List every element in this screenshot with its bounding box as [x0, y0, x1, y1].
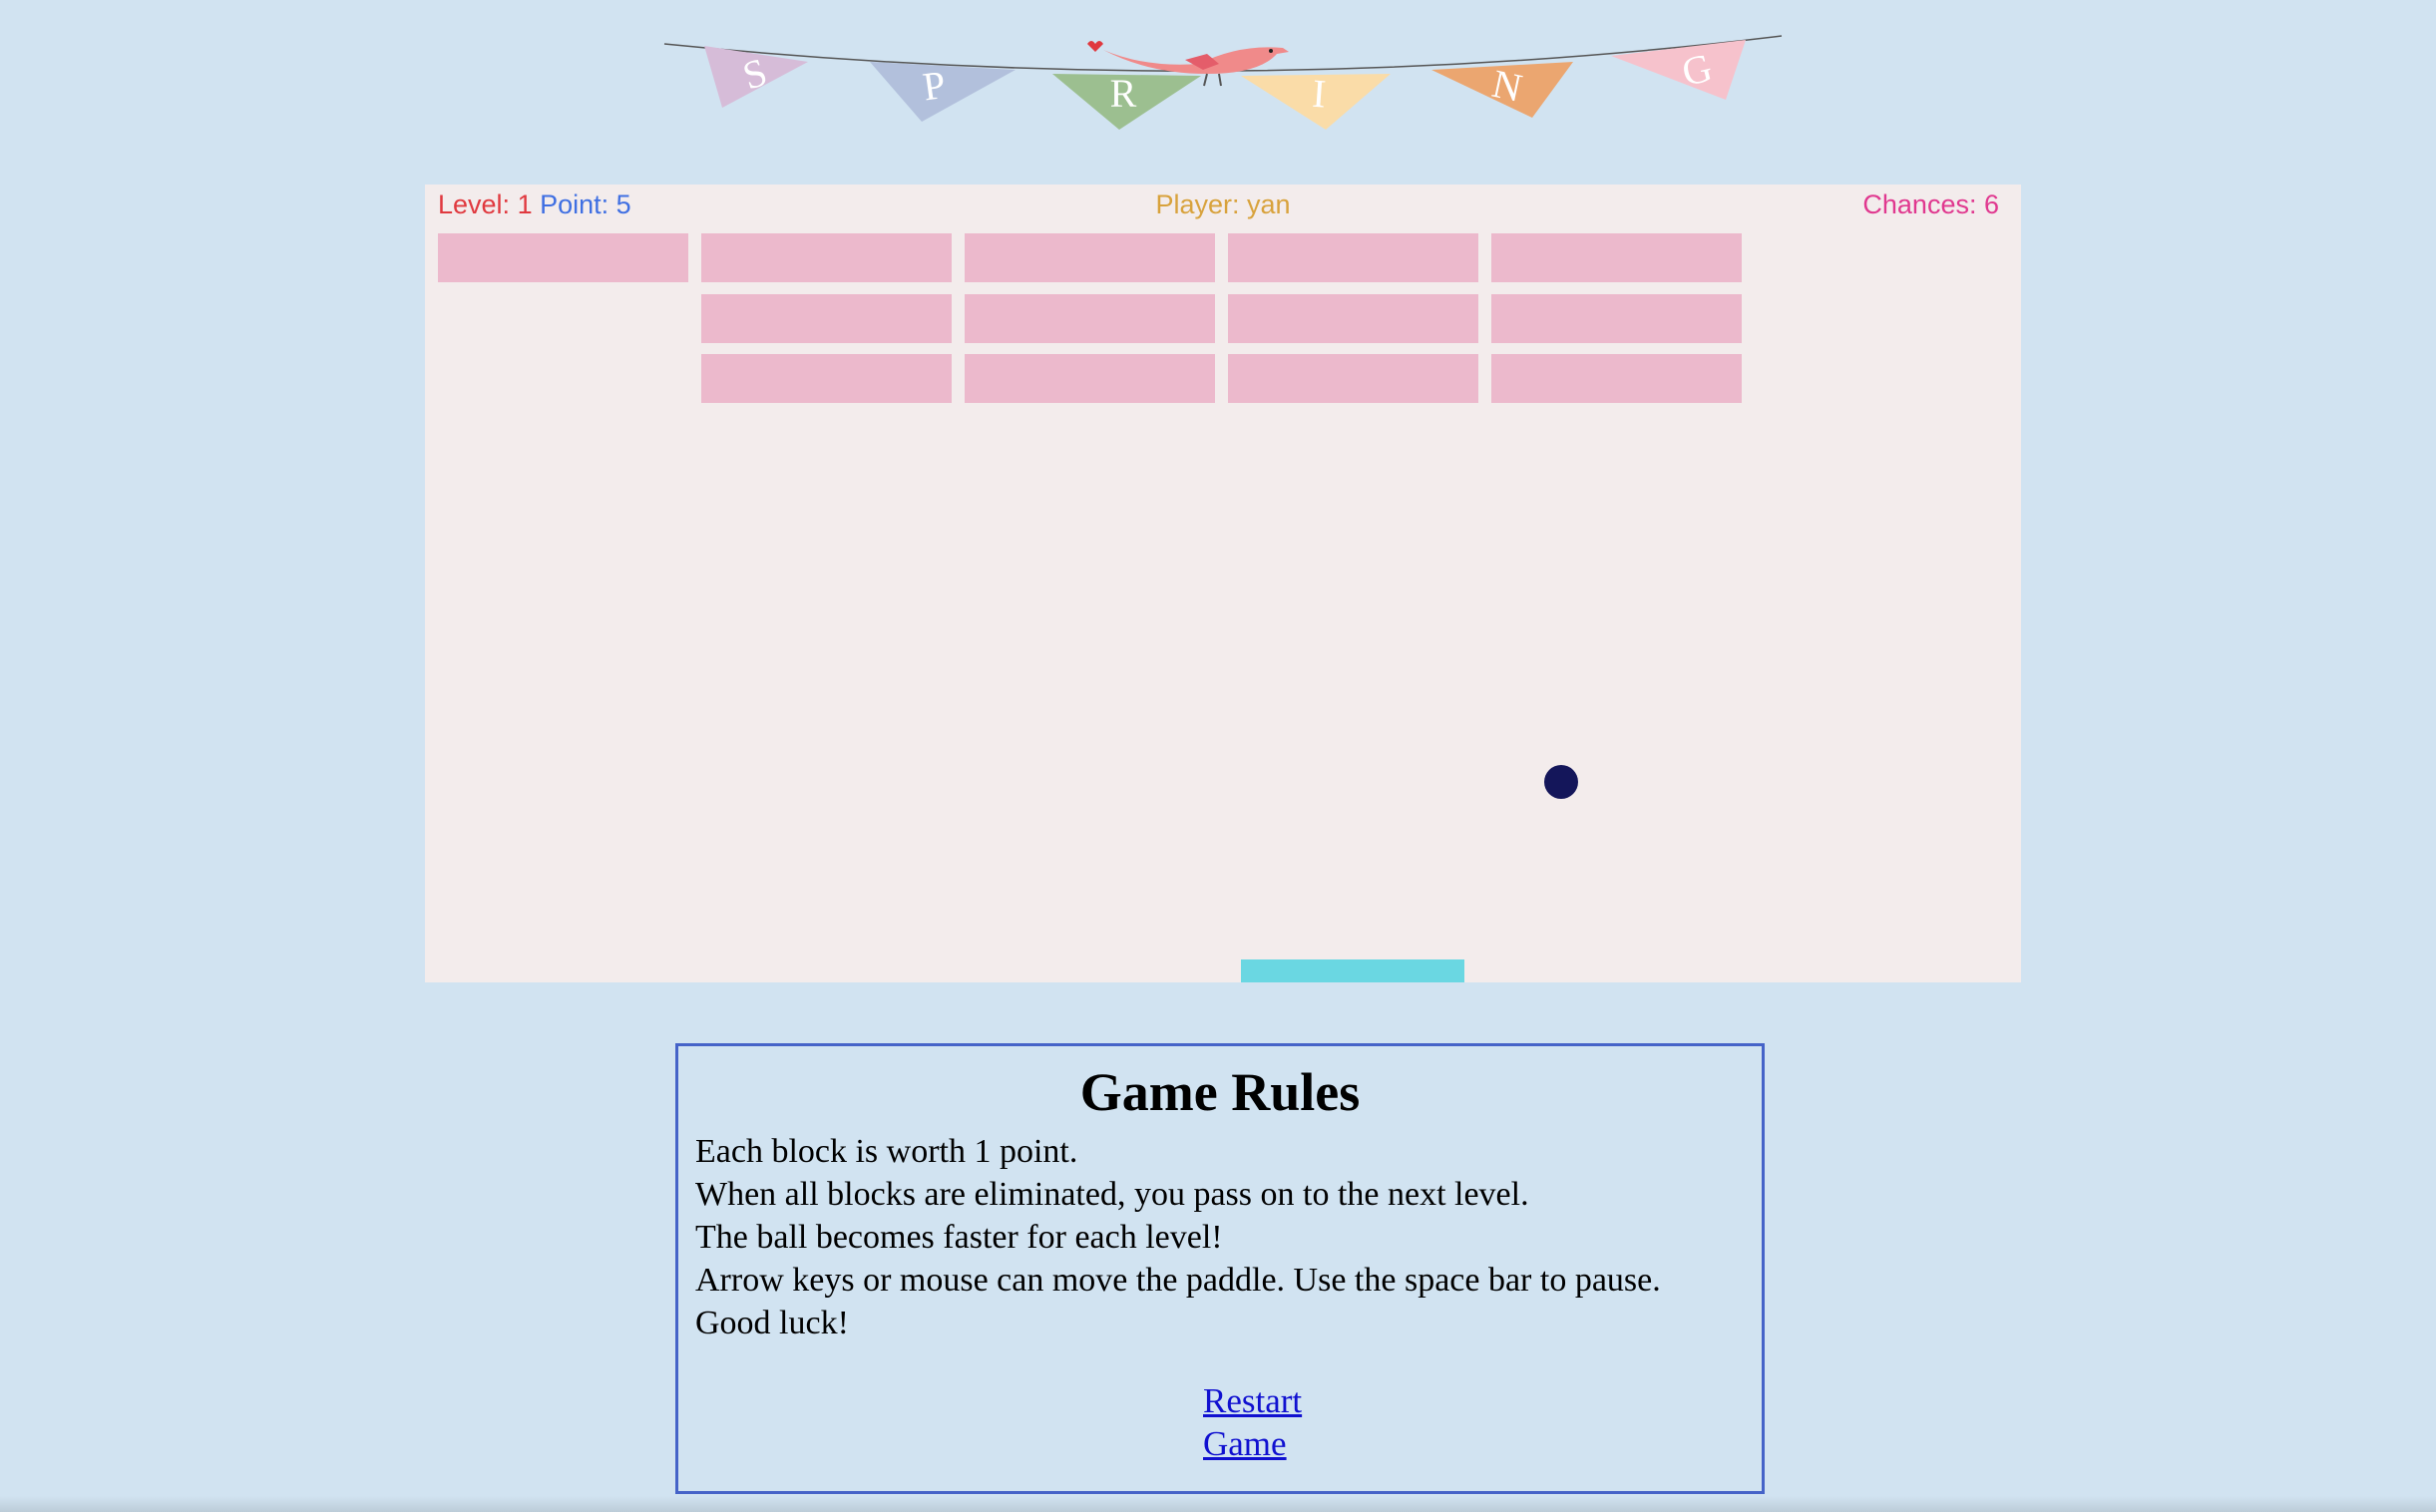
rule-line: Good luck!	[695, 1305, 849, 1341]
player-label: Player:	[1155, 189, 1247, 219]
bunting-flag: I	[1241, 71, 1391, 130]
chances-value: 6	[1983, 189, 1999, 219]
ball	[1544, 765, 1578, 799]
rule-line: Each block is worth 1 point.	[695, 1133, 1078, 1170]
window-bottom-edge	[0, 1496, 2436, 1512]
rule-line: When all blocks are eliminated, you pass…	[695, 1176, 1529, 1213]
chances-label: Chances:	[1862, 189, 1984, 219]
bunting-flag: P	[870, 62, 1015, 122]
brick	[965, 354, 1215, 403]
brick	[701, 294, 952, 343]
brick	[438, 233, 688, 282]
brick	[965, 294, 1215, 343]
bunting-letter: R	[1110, 71, 1137, 116]
rules-list: Each block is worth 1 point. When all bl…	[695, 1130, 1762, 1344]
player-readout: Player: yan	[425, 189, 2021, 220]
rules-title: Game Rules	[1079, 1062, 1361, 1122]
game-rules-panel: Game Rules Each block is worth 1 point. …	[675, 1043, 1765, 1494]
brick	[1228, 354, 1478, 403]
brick	[965, 233, 1215, 282]
bunting-flag: G	[1611, 40, 1746, 100]
brick	[1228, 294, 1478, 343]
brick	[701, 354, 952, 403]
bunting-flag: R	[1052, 71, 1201, 130]
rule-line: The ball becomes faster for each level!	[695, 1219, 1223, 1256]
game-board[interactable]: Level: 1 Point: 5 Player: yan Chances: 6	[425, 185, 2021, 982]
rule-line: Arrow keys or mouse can move the paddle.…	[695, 1262, 1661, 1299]
brick	[1228, 233, 1478, 282]
paddle[interactable]	[1241, 959, 1464, 982]
brick	[1491, 294, 1742, 343]
bunting-flag: N	[1431, 61, 1573, 118]
chances-readout: Chances: 6	[1862, 189, 1999, 220]
brick	[1491, 354, 1742, 403]
brick	[701, 233, 952, 282]
player-name: yan	[1247, 189, 1291, 219]
spring-bunting-banner: SPRING	[663, 35, 1783, 130]
restart-game-link[interactable]: Restart Game	[1203, 1379, 1343, 1465]
brick	[1491, 233, 1742, 282]
